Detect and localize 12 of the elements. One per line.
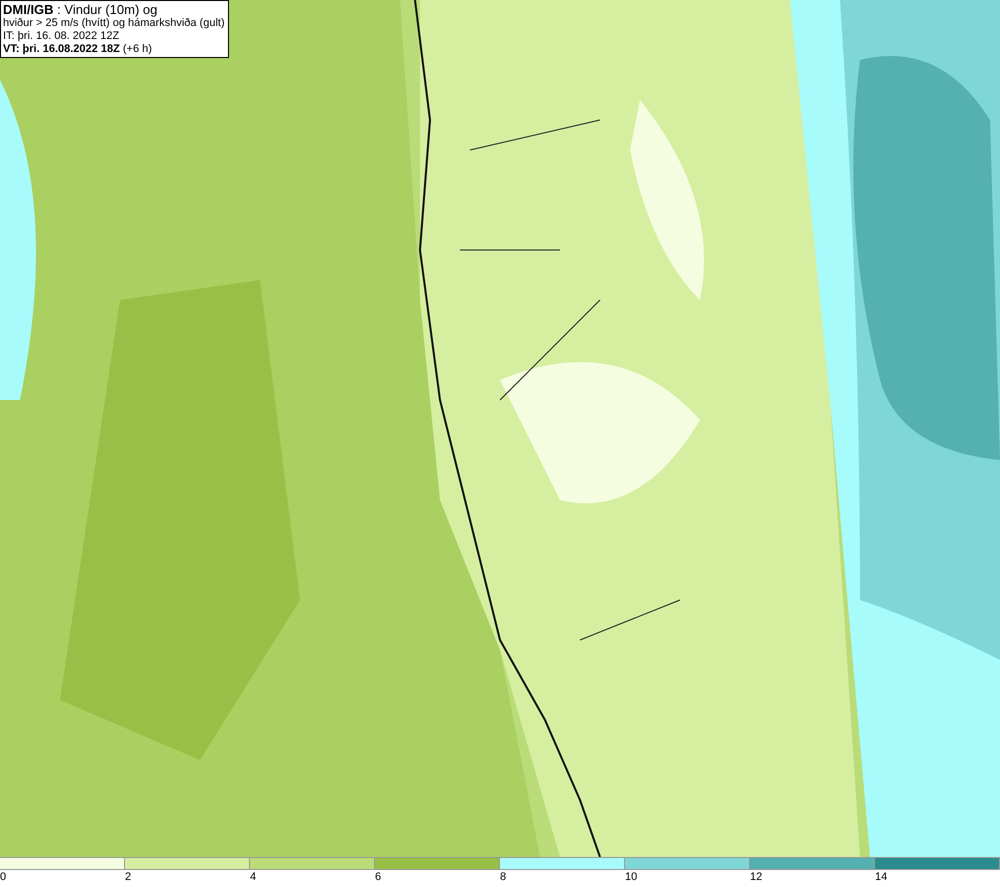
legend-label: 14 — [875, 871, 888, 884]
legend-label: 2 — [125, 871, 132, 884]
legend-label: 10 — [625, 871, 638, 884]
title-line: IT: þri. 16. 08. 2022 12Z — [3, 30, 120, 43]
legend-label: 8 — [500, 871, 506, 884]
title-line: hviður > 25 m/s (hvítt) og hámarkshviða (gult) — [3, 17, 226, 30]
legend-label: 12 — [750, 871, 762, 884]
title-line: VT: þri. 16.08.2022 18Z (+6 h) — [3, 43, 153, 56]
title-line: DMI/IGB : Vindur (10m) og — [3, 2, 158, 17]
legend-label: 4 — [250, 871, 256, 884]
legend-label: 0 — [0, 871, 6, 884]
legend-label: 6 — [375, 871, 382, 884]
